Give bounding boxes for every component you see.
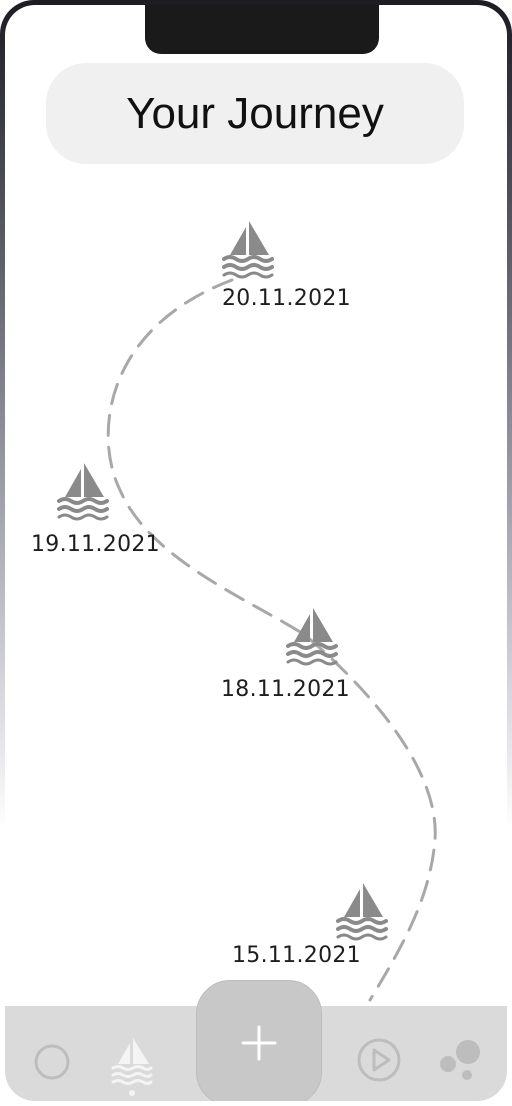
circle-icon [34, 1044, 70, 1080]
bubbles-icon [440, 1040, 480, 1080]
app-screen: Your Journey 20.11.2021 19.11.2021 18.11… [5, 5, 507, 1101]
plus-icon [241, 1025, 277, 1061]
tab-community[interactable] [434, 1036, 484, 1082]
sailboat-icon[interactable] [55, 461, 111, 521]
journey-entry-date: 18.11.2021 [221, 677, 350, 702]
sailboat-icon [111, 1038, 153, 1096]
tab-play[interactable] [355, 1036, 403, 1084]
add-entry-button[interactable] [196, 980, 322, 1101]
journey-entry-date: 15.11.2021 [232, 943, 361, 968]
active-indicator-dot [129, 1090, 135, 1096]
sailboat-icon[interactable] [284, 606, 340, 666]
play-circle-icon [357, 1038, 401, 1082]
tab-home[interactable] [32, 1042, 72, 1082]
journey-entry-date: 19.11.2021 [31, 532, 160, 557]
phone-frame: Your Journey 20.11.2021 19.11.2021 18.11… [0, 0, 512, 1106]
tab-journey[interactable] [110, 1036, 154, 1098]
journey-entry-date: 20.11.2021 [222, 286, 351, 311]
sailboat-icon[interactable] [334, 881, 390, 941]
sailboat-icon[interactable] [220, 219, 276, 279]
